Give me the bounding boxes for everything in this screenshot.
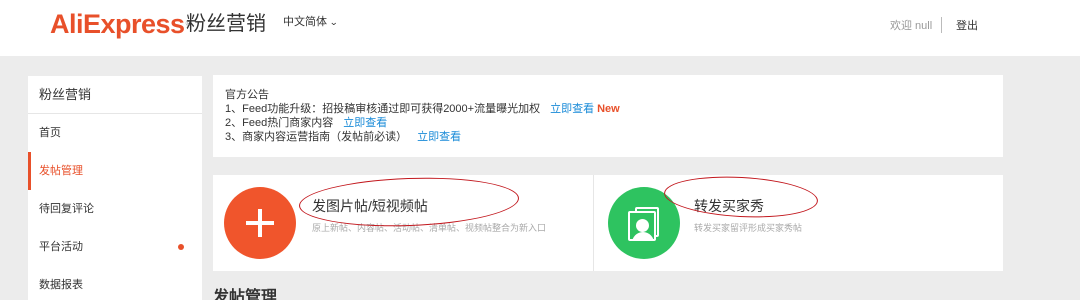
post-action-cards: 发图片帖/短视频帖 原上新帖、内容帖、活动帖、清单帖、视频帖整合为新入口 转发买… — [213, 172, 1003, 271]
language-label: 中文简体 — [283, 16, 327, 28]
notification-dot — [178, 244, 184, 250]
logout-link[interactable]: 登出 — [956, 19, 978, 33]
create-post-description: 原上新帖、内容帖、活动帖、清单帖、视频帖整合为新入口 — [312, 223, 547, 233]
top-header: AliExpress® 粉丝营销 中文简体 ⌄ 欢迎 null 登出 — [0, 0, 1080, 56]
announcement-line: 2、Feed热门商家内容 立即查看 — [225, 117, 388, 129]
announcement-line: 1、Feed功能升级：招投稿审核通过即可获得2000+流量曝光加权 立即查看 New — [225, 103, 620, 115]
sidebar: 粉丝营销 首页 发帖管理 待回复评论 平台活动 数据报表 — [28, 76, 202, 300]
repost-buyer-show-card[interactable]: 转发买家秀 转发买家留评形成买家秀帖 — [594, 172, 1003, 271]
welcome-text: 欢迎 null — [890, 20, 933, 32]
aliexpress-logo[interactable]: AliExpress® — [50, 6, 192, 42]
view-now-link[interactable]: 立即查看 — [417, 131, 461, 143]
sidebar-item-data-reports[interactable]: 数据报表 — [28, 266, 202, 300]
create-post-title: 发图片帖/短视频帖 — [312, 198, 428, 214]
announcement-line: 3、商家内容运营指南（发帖前必读） 立即查看 — [225, 131, 462, 143]
repost-buyer-show-title: 转发买家秀 — [694, 198, 764, 214]
section-title: 发帖管理 — [213, 289, 278, 300]
sidebar-item-platform-events[interactable]: 平台活动 — [28, 228, 202, 266]
product-name: 粉丝营销 — [186, 11, 266, 35]
sidebar-item-pending-comments[interactable]: 待回复评论 — [28, 190, 202, 228]
language-selector[interactable]: 中文简体 ⌄ — [283, 15, 338, 29]
sidebar-item-label: 平台活动 — [39, 241, 83, 253]
plus-icon — [224, 187, 296, 259]
announcement-panel: 官方公告 1、Feed功能升级：招投稿审核通过即可获得2000+流量曝光加权 立即… — [213, 75, 1003, 157]
sidebar-item-home[interactable]: 首页 — [28, 114, 202, 152]
create-post-card[interactable]: 发图片帖/短视频帖 原上新帖、内容帖、活动帖、清单帖、视频帖整合为新入口 — [213, 174, 593, 271]
sidebar-item-post-management[interactable]: 发帖管理 — [28, 152, 202, 190]
repost-buyer-show-description: 转发买家留评形成买家秀帖 — [694, 223, 803, 233]
sidebar-title: 粉丝营销 — [28, 76, 202, 114]
chevron-down-icon: ⌄ — [329, 17, 339, 27]
header-divider — [941, 17, 942, 33]
announcement-title: 官方公告 — [225, 89, 269, 101]
view-now-link[interactable]: 立即查看 — [550, 103, 594, 115]
view-now-link[interactable]: 立即查看 — [343, 117, 387, 129]
buyer-show-icon — [608, 187, 680, 259]
new-badge: New — [597, 103, 620, 115]
